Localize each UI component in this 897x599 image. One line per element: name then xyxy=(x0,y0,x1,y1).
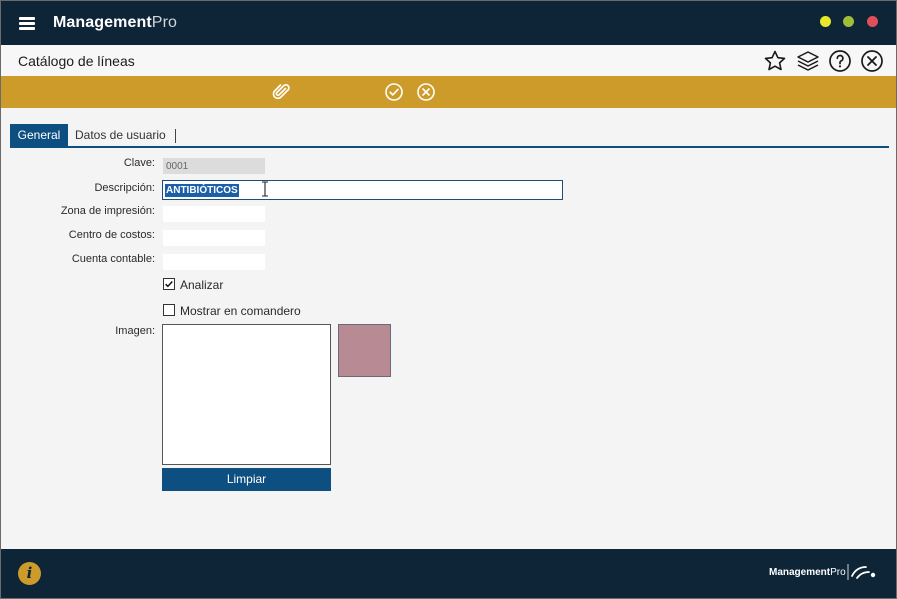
limpiar-button[interactable]: Limpiar xyxy=(162,468,331,491)
clave-field: 0001 xyxy=(163,158,265,174)
layers-icon[interactable] xyxy=(796,49,820,73)
close-icon[interactable] xyxy=(860,49,884,73)
app-brand: ManagementPro xyxy=(53,14,177,31)
title-bar: ManagementPro xyxy=(1,1,896,45)
zona-impresion-label: Zona de impresión: xyxy=(60,205,155,217)
footer-bar: i ManagementPro xyxy=(1,549,896,598)
brand-logo-icon xyxy=(847,564,876,580)
page-title: Catálogo de líneas xyxy=(18,53,135,69)
action-toolbar xyxy=(1,76,896,108)
paperclip-icon[interactable] xyxy=(271,82,291,102)
menu-icon[interactable] xyxy=(19,17,35,30)
centro-costos-label: Centro de costos: xyxy=(68,229,155,241)
check-circle-icon[interactable] xyxy=(384,82,404,102)
cuenta-contable-field[interactable] xyxy=(163,254,265,270)
image-preview[interactable] xyxy=(162,324,331,465)
mostrar-comandero-label: Mostrar en comandero xyxy=(180,304,301,318)
centro-costos-field[interactable] xyxy=(163,230,265,246)
close-window-button[interactable] xyxy=(867,16,878,27)
imagen-label: Imagen: xyxy=(115,325,155,337)
tab-divider xyxy=(175,129,176,143)
analizar-label: Analizar xyxy=(180,278,224,292)
tab-underline xyxy=(10,146,889,148)
maximize-button[interactable] xyxy=(843,16,854,27)
cuenta-contable-label: Cuenta contable: xyxy=(71,253,155,265)
zona-impresion-field[interactable] xyxy=(163,206,265,222)
descripcion-label: Descripción: xyxy=(94,182,155,194)
descripcion-value: ANTIBIÓTICOS xyxy=(165,184,239,197)
text-cursor-icon xyxy=(262,181,268,197)
footer-brand: ManagementPro xyxy=(769,567,846,578)
clave-label: Clave: xyxy=(123,157,155,169)
analizar-checkbox[interactable] xyxy=(163,278,175,290)
descripcion-input[interactable]: ANTIBIÓTICOS xyxy=(162,180,563,200)
page-header: Catálogo de líneas xyxy=(1,45,896,76)
minimize-button[interactable] xyxy=(820,16,831,27)
tab-general[interactable]: General xyxy=(10,124,68,147)
mostrar-comandero-checkbox[interactable] xyxy=(163,304,175,316)
checkmark-icon xyxy=(165,280,173,288)
info-icon[interactable]: i xyxy=(18,562,41,585)
star-icon[interactable] xyxy=(763,49,787,73)
color-swatch[interactable] xyxy=(338,324,391,377)
app-window: ManagementPro Catálogo de líneas General… xyxy=(0,0,897,599)
help-icon[interactable] xyxy=(828,49,852,73)
tab-datos-de-usuario[interactable]: Datos de usuario xyxy=(75,124,166,147)
cancel-circle-icon[interactable] xyxy=(416,82,436,102)
